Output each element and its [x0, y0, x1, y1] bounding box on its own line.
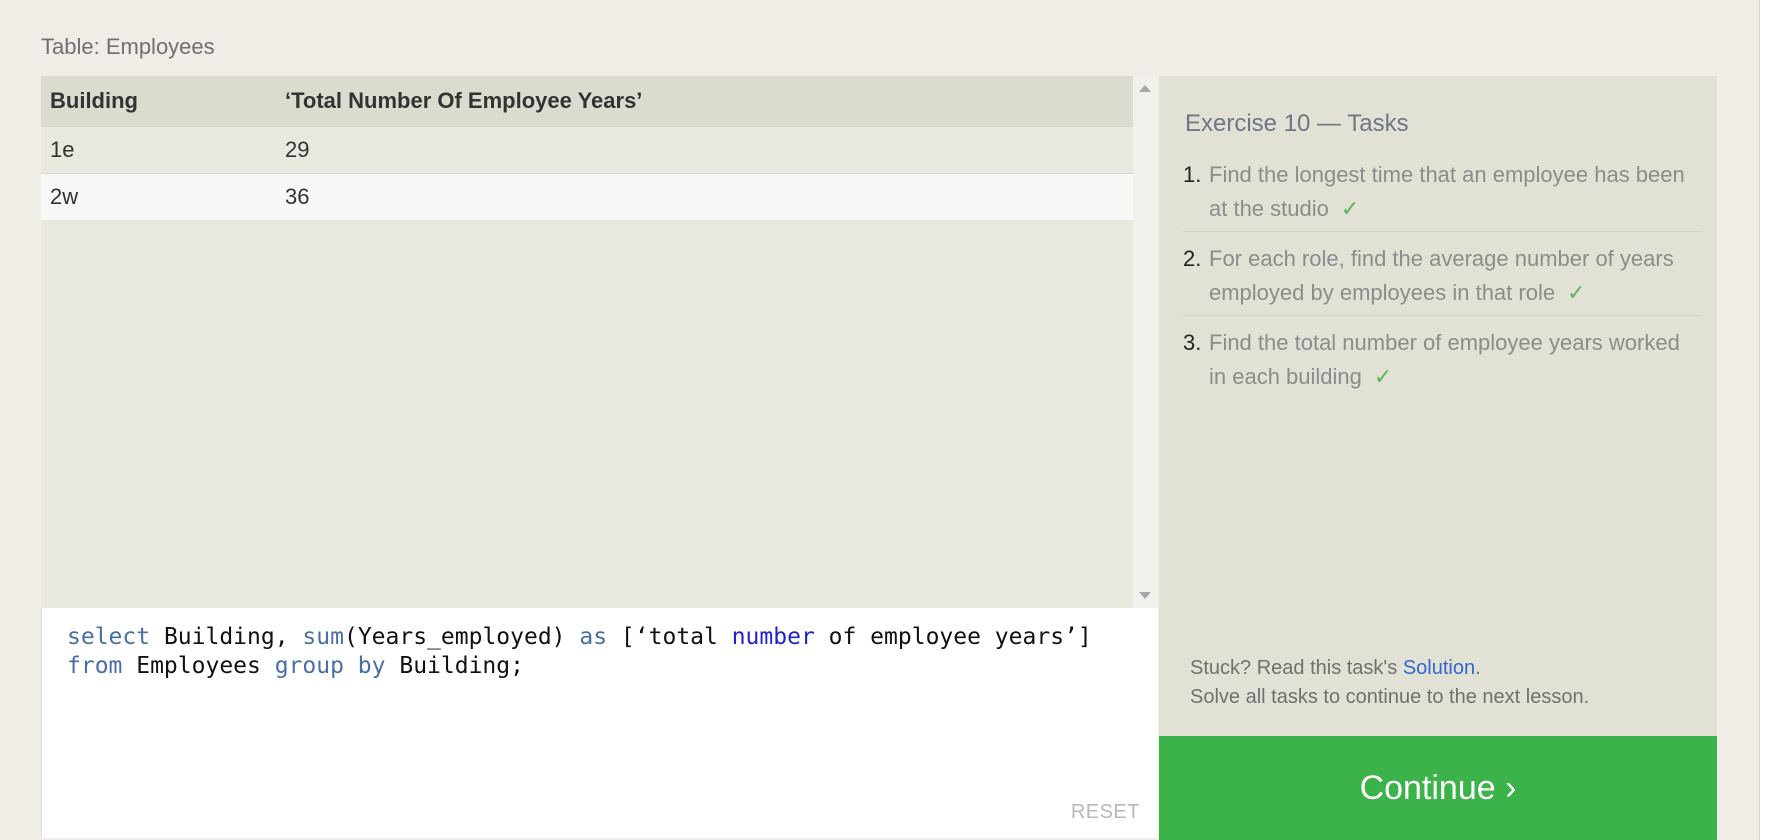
- task-number: 2.: [1183, 246, 1202, 271]
- tasks-list: 1. Find the longest time that an employe…: [1183, 158, 1703, 409]
- keyword-group-by: group by: [274, 653, 386, 679]
- stuck-suffix: .: [1475, 657, 1481, 679]
- column-header-total-years: ‘Total Number Of Employee Years’: [276, 76, 1133, 127]
- task-item: 1. Find the longest time that an employe…: [1183, 158, 1703, 232]
- tasks-title: Exercise 10 — Tasks: [1185, 110, 1409, 137]
- code-text: [‘total: [607, 624, 732, 650]
- sql-code[interactable]: select Building, sum(Years_employed) as …: [67, 623, 1092, 681]
- sql-editor[interactable]: select Building, sum(Years_employed) as …: [41, 608, 1158, 838]
- results-scrollbar[interactable]: [1133, 76, 1158, 608]
- keyword-as: as: [579, 624, 608, 650]
- table-row: 1e 29: [41, 126, 1133, 174]
- keyword-sum: sum: [302, 624, 344, 650]
- stuck-prefix: Stuck? Read this task's: [1190, 657, 1403, 679]
- table-cell: 1e: [41, 126, 276, 174]
- solve-note: Solve all tasks to continue to the next …: [1190, 686, 1590, 708]
- keyword-from: from: [67, 653, 123, 679]
- table-cell: 36: [276, 173, 1133, 220]
- scroll-up-arrow-icon[interactable]: [1139, 85, 1151, 92]
- task-text: For each role, find the average number o…: [1209, 246, 1674, 305]
- task-item: 3. Find the total number of employee yea…: [1183, 326, 1703, 399]
- code-text: Employees: [122, 653, 275, 679]
- code-text: of employee years’]: [814, 624, 1092, 650]
- checkmark-icon: ✓: [1340, 196, 1360, 221]
- task-item: 2. For each role, find the average numbe…: [1183, 242, 1703, 316]
- table-header-row: Building ‘Total Number Of Employee Years…: [41, 76, 1133, 127]
- column-header-building: Building: [41, 76, 276, 127]
- keyword-number: number: [731, 624, 815, 650]
- checkmark-icon: ✓: [1373, 364, 1393, 389]
- task-number: 1.: [1183, 162, 1202, 187]
- task-body: For each role, find the average number o…: [1209, 242, 1703, 310]
- table-cell: 29: [276, 126, 1133, 174]
- code-text: Building,: [150, 624, 303, 650]
- page-edge-panel: [1759, 0, 1785, 840]
- task-number: 3.: [1183, 330, 1202, 355]
- reset-button[interactable]: RESET: [1071, 801, 1140, 824]
- table-row: 2w 36: [41, 173, 1133, 220]
- code-text: Building;: [385, 653, 524, 679]
- keyword-select: select: [67, 624, 151, 650]
- stuck-line: Stuck? Read this task's Solution.: [1190, 654, 1589, 683]
- help-note: Stuck? Read this task's Solution. Solve …: [1190, 654, 1589, 712]
- table-caption: Table: Employees: [41, 34, 215, 59]
- task-body: Find the total number of employee years …: [1209, 326, 1703, 394]
- solution-link[interactable]: Solution: [1403, 657, 1475, 679]
- task-text: Find the longest time that an employee h…: [1209, 162, 1685, 221]
- task-body: Find the longest time that an employee h…: [1209, 158, 1703, 226]
- continue-button[interactable]: Continue ›: [1159, 736, 1717, 840]
- results-table: Building ‘Total Number Of Employee Years…: [41, 76, 1133, 220]
- task-text: Find the total number of employee years …: [1209, 330, 1680, 389]
- table-cell: 2w: [41, 173, 276, 220]
- checkmark-icon: ✓: [1567, 280, 1586, 305]
- tasks-panel: Exercise 10 — Tasks 1. Find the longest …: [1159, 76, 1717, 736]
- query-results-pane[interactable]: Building ‘Total Number Of Employee Years…: [41, 76, 1133, 608]
- scroll-down-arrow-icon[interactable]: [1139, 592, 1151, 599]
- code-text: (Years_employed): [343, 624, 580, 650]
